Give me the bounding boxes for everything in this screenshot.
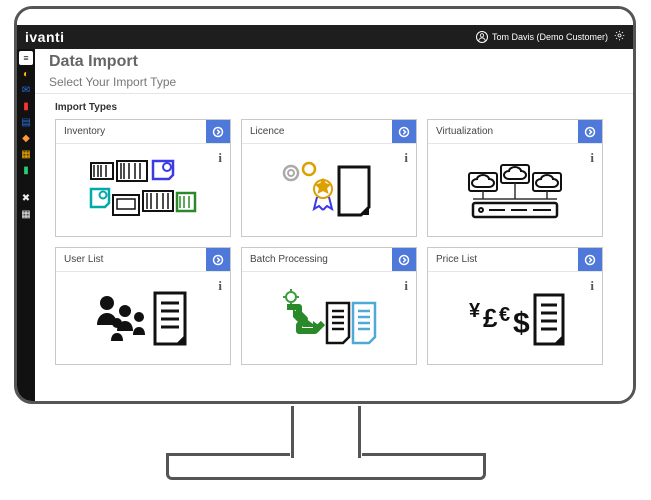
- go-button[interactable]: [206, 120, 230, 143]
- app-header: ivanti Tom Davis (Demo Customer): [17, 25, 633, 49]
- inventory-icon: [83, 155, 203, 225]
- main-content: Data Import Select Your Import Type Impo…: [35, 49, 633, 401]
- licence-icon: [269, 155, 389, 225]
- info-icon[interactable]: i: [404, 150, 408, 166]
- card-user-list[interactable]: User List i: [55, 247, 231, 365]
- go-button[interactable]: [578, 120, 602, 143]
- card-licence[interactable]: Licence i: [241, 119, 417, 237]
- card-title: Licence: [242, 120, 392, 143]
- sidebar-tools-icon[interactable]: ✖: [19, 191, 33, 205]
- card-batch-processing[interactable]: Batch Processing i: [241, 247, 417, 365]
- info-icon[interactable]: i: [404, 278, 408, 294]
- settings-gear-icon[interactable]: [614, 30, 625, 44]
- sidebar-item-2[interactable]: ✉: [19, 83, 33, 97]
- virtualization-icon: [455, 155, 575, 225]
- price-list-icon: ¥ £ € $: [455, 283, 575, 353]
- card-title: User List: [56, 248, 206, 271]
- go-button[interactable]: [206, 248, 230, 271]
- page-title: Data Import: [35, 49, 633, 73]
- svg-text:€: €: [499, 304, 510, 326]
- card-inventory[interactable]: Inventory i: [55, 119, 231, 237]
- sidebar-item-4[interactable]: ▤: [19, 115, 33, 129]
- app-window: ivanti Tom Davis (Demo Customer) ≡ ◐ ✉ ▮…: [17, 9, 633, 401]
- card-title: Virtualization: [428, 120, 578, 143]
- user-avatar-icon: [476, 31, 488, 43]
- batch-processing-icon: [269, 283, 389, 353]
- brand-logo: ivanti: [25, 29, 65, 45]
- sidebar-grid-icon[interactable]: ▦: [19, 207, 33, 221]
- card-price-list[interactable]: Price List i ¥ £ €: [427, 247, 603, 365]
- sidebar-item-3[interactable]: ▮: [19, 99, 33, 113]
- user-name-label: Tom Davis (Demo Customer): [492, 32, 608, 42]
- go-button[interactable]: [392, 120, 416, 143]
- info-icon[interactable]: i: [218, 278, 222, 294]
- go-button[interactable]: [578, 248, 602, 271]
- sidebar-item-1[interactable]: ◐: [19, 67, 33, 81]
- card-title: Price List: [428, 248, 578, 271]
- card-title: Inventory: [56, 120, 206, 143]
- user-chip[interactable]: Tom Davis (Demo Customer): [476, 31, 608, 43]
- cards-grid: Inventory i: [35, 119, 633, 377]
- left-sidebar: ≡ ◐ ✉ ▮ ▤ ◆ ▦ ▮ ✖ ▦: [17, 49, 35, 401]
- monitor-frame: ivanti Tom Davis (Demo Customer) ≡ ◐ ✉ ▮…: [14, 6, 636, 404]
- info-icon[interactable]: i: [590, 150, 594, 166]
- info-icon[interactable]: i: [218, 150, 222, 166]
- sidebar-item-5[interactable]: ◆: [19, 131, 33, 145]
- user-list-icon: [83, 283, 203, 353]
- svg-text:$: $: [513, 307, 530, 340]
- svg-text:£: £: [483, 303, 498, 333]
- sidebar-item-6[interactable]: ▦: [19, 147, 33, 161]
- card-title: Batch Processing: [242, 248, 392, 271]
- sidebar-hamburger-icon[interactable]: ≡: [19, 51, 33, 65]
- go-button[interactable]: [392, 248, 416, 271]
- monitor-stand-base: [166, 456, 486, 480]
- monitor-stand-neck: [291, 406, 361, 458]
- card-virtualization[interactable]: Virtualization i: [427, 119, 603, 237]
- svg-text:¥: ¥: [469, 300, 481, 322]
- page-subtitle: Select Your Import Type: [35, 73, 633, 94]
- section-label: Import Types: [35, 94, 633, 119]
- sidebar-item-7[interactable]: ▮: [19, 163, 33, 177]
- info-icon[interactable]: i: [590, 278, 594, 294]
